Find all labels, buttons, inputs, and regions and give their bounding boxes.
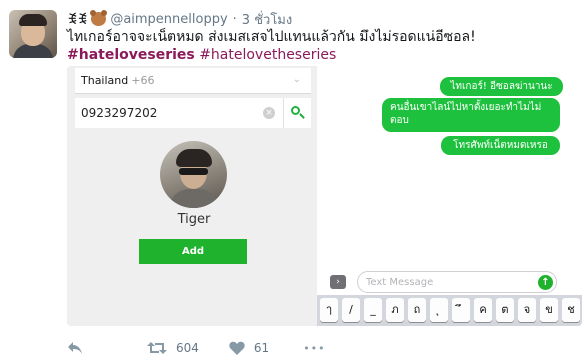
- clear-icon: ×: [263, 107, 275, 119]
- retweet-count: 604: [176, 341, 199, 355]
- keyboard-key: ค: [474, 298, 492, 322]
- like-button[interactable]: 61: [229, 341, 269, 355]
- country-name: Thailand: [81, 74, 129, 87]
- hashtag-line: #hateloveseries #hatelovetheseries: [67, 46, 336, 65]
- keyboard-key: ภ: [386, 298, 404, 322]
- phone-search-bar: 0923297202 ×: [75, 98, 311, 128]
- message-input-row: › Text Message ↑: [317, 269, 582, 295]
- avatar-hair: [19, 14, 47, 26]
- profile-photo: [160, 141, 227, 208]
- tweet-card: ꉂꉂ @aimpennelloppy · 3 ชั่วโมง ไทเกอร์อา…: [0, 0, 585, 363]
- keyboard-key: ต: [496, 298, 514, 322]
- user-handle[interactable]: @aimpennelloppy: [110, 12, 227, 27]
- display-name[interactable]: ꉂꉂ: [67, 11, 87, 28]
- keyboard-key: /: [342, 298, 360, 322]
- separator-dot: ·: [232, 11, 237, 27]
- keyboard-key: ๅ: [320, 298, 338, 322]
- keyboard-key: _: [364, 298, 382, 322]
- keyboard-key: ข: [540, 298, 558, 322]
- tweet-text: ไทเกอร์อาจจะเน็ตหมด ส่งเมสเสจไปแทนแล้วกั…: [67, 29, 476, 45]
- message-bubble: ไทเกอร์! อีซอลฆ่านานะ: [440, 77, 563, 96]
- attached-image[interactable]: Thailand +66 ⌄ 0923297202 × Tiger Add ไท…: [67, 66, 582, 326]
- search-button: [283, 98, 311, 128]
- keyboard-key: ถ: [408, 298, 426, 322]
- avatar[interactable]: [9, 10, 57, 58]
- like-count: 61: [253, 341, 270, 355]
- add-friend-button: Add: [139, 239, 247, 264]
- message-field: Text Message ↑: [357, 271, 557, 293]
- messages-screen: ไทเกอร์! อีซอลฆ่านานะ คนอื่นเขาไลน์ไปหาต…: [317, 66, 582, 326]
- hashtag-link[interactable]: #hatelovetheseries: [199, 47, 336, 63]
- keyboard-key: ุ: [430, 298, 448, 322]
- message-bubble: โทรศัพท์เน็ตหมดเหรอ: [441, 136, 560, 155]
- more-icon: •••: [303, 341, 326, 355]
- expand-icon: ›: [330, 275, 346, 289]
- bear-emoji-icon: [90, 10, 108, 26]
- message-placeholder: Text Message: [366, 276, 434, 288]
- more-button[interactable]: •••: [303, 342, 325, 355]
- retweet-button[interactable]: 604: [147, 341, 199, 355]
- keyboard-key: จ: [518, 298, 536, 322]
- tweet-actions: 604 61 •••: [67, 337, 326, 359]
- country-selector: Thailand +66 ⌄: [75, 68, 311, 94]
- like-icon: [229, 341, 245, 355]
- reply-icon[interactable]: [67, 341, 83, 355]
- search-icon: [290, 106, 305, 120]
- timestamp[interactable]: 3 ชั่วโมง: [242, 9, 292, 30]
- phone-number-field: 0923297202: [81, 106, 158, 120]
- keyboard-key: ช: [562, 298, 580, 322]
- retweet-icon: [147, 341, 167, 355]
- avatar-shirt: [13, 44, 53, 58]
- message-bubble: คนอื่นเขาไลน์ไปหาตั้งเยอะทำไมไม่ตอบ: [382, 98, 560, 132]
- thai-keyboard: ๅ / _ ภ ถ ุ ึ ค ต จ ข ช: [317, 295, 582, 326]
- profile-name: Tiger: [177, 212, 211, 227]
- hashtag-link[interactable]: #hateloveseries: [67, 47, 195, 63]
- keyboard-key: ึ: [452, 298, 470, 322]
- chevron-down-icon: ⌄: [292, 74, 301, 85]
- add-friend-screen: Thailand +66 ⌄ 0923297202 × Tiger Add: [67, 66, 316, 326]
- send-icon: ↑: [538, 275, 553, 290]
- tweet-header: ꉂꉂ @aimpennelloppy · 3 ชั่วโมง: [67, 9, 292, 29]
- country-code: +66: [131, 74, 155, 87]
